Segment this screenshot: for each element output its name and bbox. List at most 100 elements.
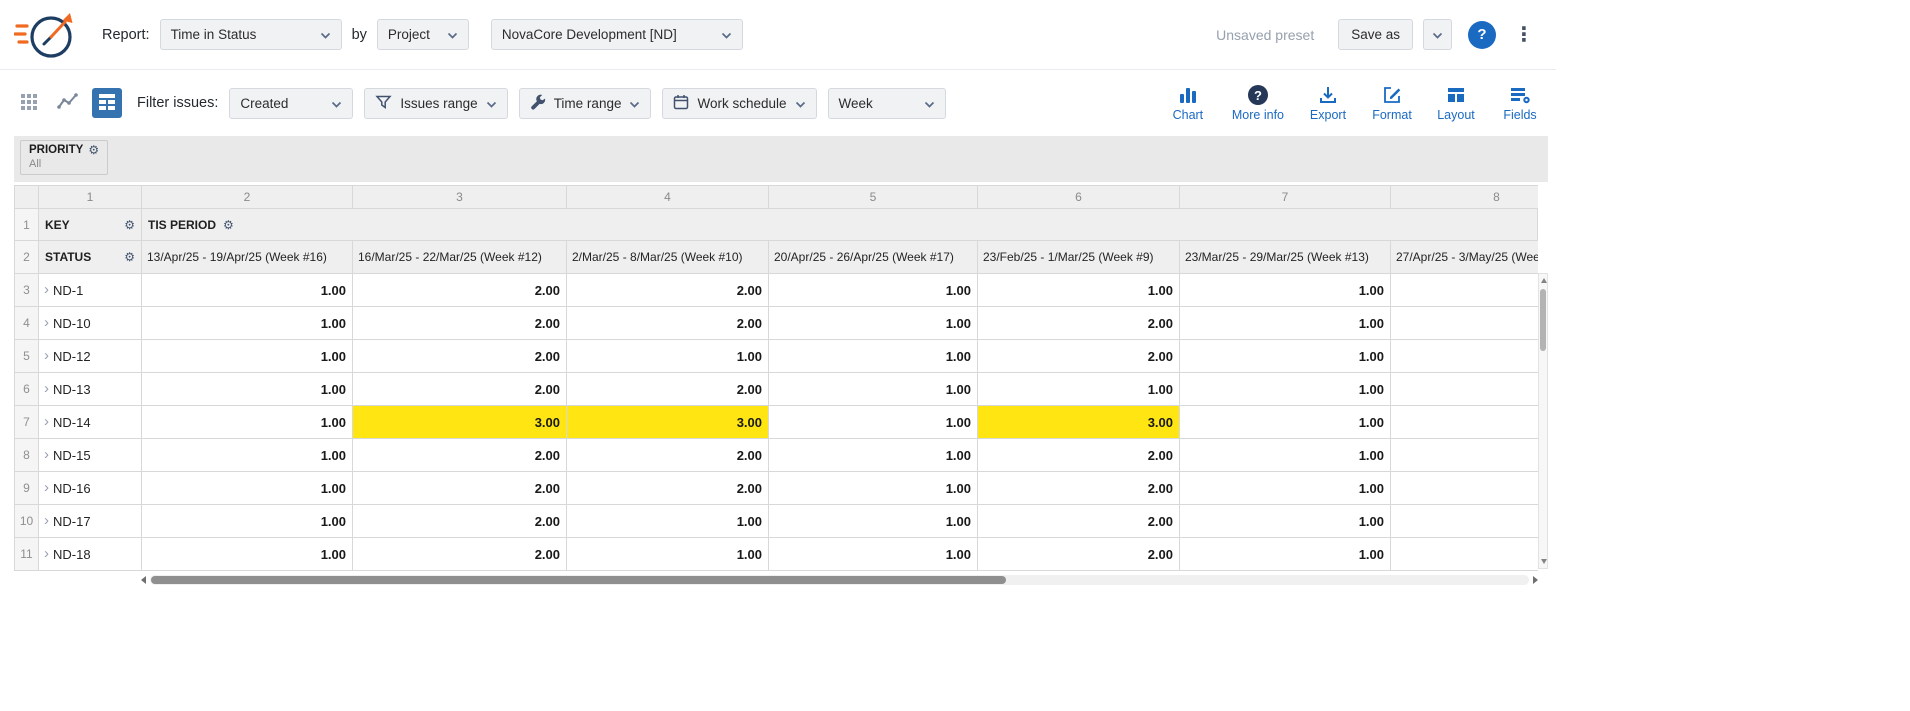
value-cell: 1.00 [769, 505, 978, 538]
value-cell: 2.00 [353, 340, 567, 373]
value-cell: 1.00 [978, 274, 1180, 307]
expand-chevron-icon[interactable]: › [44, 381, 49, 396]
issue-key-cell[interactable]: ›ND-13 [39, 373, 142, 406]
scroll-right-arrow-icon[interactable] [1533, 576, 1538, 584]
scroll-left-arrow-icon[interactable] [141, 576, 146, 584]
value-cell: 2.00 [567, 373, 769, 406]
download-icon [1318, 84, 1338, 106]
fields-button[interactable]: Fields [1500, 84, 1540, 122]
column-number-row: 1 2 3 4 5 6 7 8 [15, 186, 1538, 209]
issue-key-cell[interactable]: ›ND-15 [39, 439, 142, 472]
issue-key-cell[interactable]: ›ND-16 [39, 472, 142, 505]
issue-key-cell[interactable]: ›ND-18 [39, 538, 142, 571]
toolbar-actions: Chart ? More info Export Format [1168, 84, 1542, 122]
save-as-button[interactable]: Save as [1338, 19, 1413, 50]
period-header: 2/Mar/25 - 8/Mar/25 (Week #10) [567, 241, 769, 274]
scroll-up-arrow-icon[interactable] [1541, 278, 1547, 283]
expand-chevron-icon[interactable]: › [44, 513, 49, 528]
action-label: Chart [1173, 108, 1204, 122]
vertical-scrollbar[interactable] [1538, 273, 1548, 569]
value-cell: 2.00 [353, 505, 567, 538]
table-row: 4 ›ND-10 1.00 2.00 2.00 1.00 2.00 1.00 [15, 307, 1538, 340]
work-schedule-button[interactable]: Work schedule [662, 88, 816, 119]
value-cell: 2.00 [353, 307, 567, 340]
value-cell: 2.00 [353, 373, 567, 406]
table-grid: 1 2 3 4 5 6 7 8 1 KEY ⚙ TIS PERIOD ⚙ [14, 185, 1538, 571]
row-number: 6 [15, 373, 39, 406]
grid-icon [20, 93, 38, 114]
value-cell: 1.00 [769, 406, 978, 439]
column-number: 3 [353, 186, 567, 209]
corner-cell [15, 186, 39, 209]
value-cell: 2.00 [567, 307, 769, 340]
issues-range-button[interactable]: Issues range [364, 88, 507, 119]
expand-chevron-icon[interactable]: › [44, 348, 49, 363]
issue-key-cell[interactable]: ›ND-1 [39, 274, 142, 307]
report-table: 1 2 3 4 5 6 7 8 1 KEY ⚙ TIS PERIOD ⚙ [14, 185, 1548, 586]
value-cell: 1.00 [1180, 505, 1391, 538]
priority-panel: PRIORITY ⚙ All [14, 136, 1548, 182]
project-select[interactable]: NovaCore Development [ND] [491, 19, 743, 50]
row-number: 8 [15, 439, 39, 472]
priority-chip[interactable]: PRIORITY ⚙ All [20, 140, 108, 175]
period-value: Week [839, 96, 873, 111]
format-button[interactable]: Format [1372, 84, 1412, 122]
help-button[interactable]: ? [1468, 21, 1496, 49]
kebab-menu-button[interactable]: ⋮ [1506, 20, 1542, 49]
edit-icon [1382, 84, 1402, 106]
status-header-row: 2 STATUS ⚙ 13/Apr/25 - 19/Apr/25 (Week #… [15, 241, 1538, 274]
filter-select[interactable]: Created [229, 88, 353, 119]
scroll-down-arrow-icon[interactable] [1541, 559, 1547, 564]
issue-key-cell[interactable]: ›ND-14 [39, 406, 142, 439]
horizontal-scroll-thumb[interactable] [151, 576, 1006, 584]
expand-chevron-icon[interactable]: › [44, 315, 49, 330]
chevron-down-icon [924, 96, 935, 111]
time-range-button[interactable]: Time range [519, 88, 652, 119]
gear-icon[interactable]: ⚙ [88, 144, 99, 156]
value-cell: 1.00 [142, 472, 353, 505]
layout-button[interactable]: Layout [1436, 84, 1476, 122]
gear-icon[interactable]: ⚙ [124, 251, 135, 263]
chart-action-button[interactable]: Chart [1168, 84, 1208, 122]
value-cell-highlighted: 3.00 [978, 406, 1180, 439]
tis-period-header-cell: TIS PERIOD ⚙ [142, 209, 1538, 241]
issue-key: ND-17 [53, 514, 91, 529]
value-cell-highlighted: 3.00 [567, 406, 769, 439]
bar-chart-icon [1178, 84, 1198, 106]
value-cell: 1.00 [567, 538, 769, 571]
horizontal-scroll-track[interactable] [150, 575, 1529, 585]
gear-icon[interactable]: ⚙ [223, 219, 234, 231]
report-type-select[interactable]: Time in Status [160, 19, 342, 50]
horizontal-scrollbar[interactable] [141, 573, 1538, 586]
chevron-down-icon [447, 27, 458, 42]
value-cell: 1.00 [769, 373, 978, 406]
vertical-scroll-thumb[interactable] [1540, 289, 1546, 351]
expand-chevron-icon[interactable]: › [44, 480, 49, 495]
table-view-button[interactable] [92, 88, 122, 118]
value-cell: 1.00 [1180, 340, 1391, 373]
action-label: Fields [1503, 108, 1536, 122]
value-cell: 2.00 [353, 439, 567, 472]
view-switcher [14, 88, 122, 118]
expand-chevron-icon[interactable]: › [44, 414, 49, 429]
expand-chevron-icon[interactable]: › [44, 546, 49, 561]
line-chart-icon [57, 93, 79, 114]
chevron-down-icon [629, 96, 640, 111]
save-as-dropdown-button[interactable] [1423, 19, 1452, 50]
gear-icon[interactable]: ⚙ [124, 219, 135, 231]
row-number: 7 [15, 406, 39, 439]
value-cell: 1.00 [769, 340, 978, 373]
issue-key-cell[interactable]: › ND-17 [39, 505, 142, 538]
group-by-select[interactable]: Project [377, 19, 469, 50]
issue-key-cell[interactable]: ›ND-10 [39, 307, 142, 340]
priority-value: All [29, 158, 99, 170]
grid-view-button[interactable] [14, 88, 44, 118]
expand-chevron-icon[interactable]: › [44, 282, 49, 297]
more-info-button[interactable]: ? More info [1232, 84, 1284, 122]
chart-view-button[interactable] [53, 88, 83, 118]
value-cell [1391, 274, 1538, 307]
export-button[interactable]: Export [1308, 84, 1348, 122]
period-select[interactable]: Week [828, 88, 946, 119]
expand-chevron-icon[interactable]: › [44, 447, 49, 462]
issue-key-cell[interactable]: ›ND-12 [39, 340, 142, 373]
